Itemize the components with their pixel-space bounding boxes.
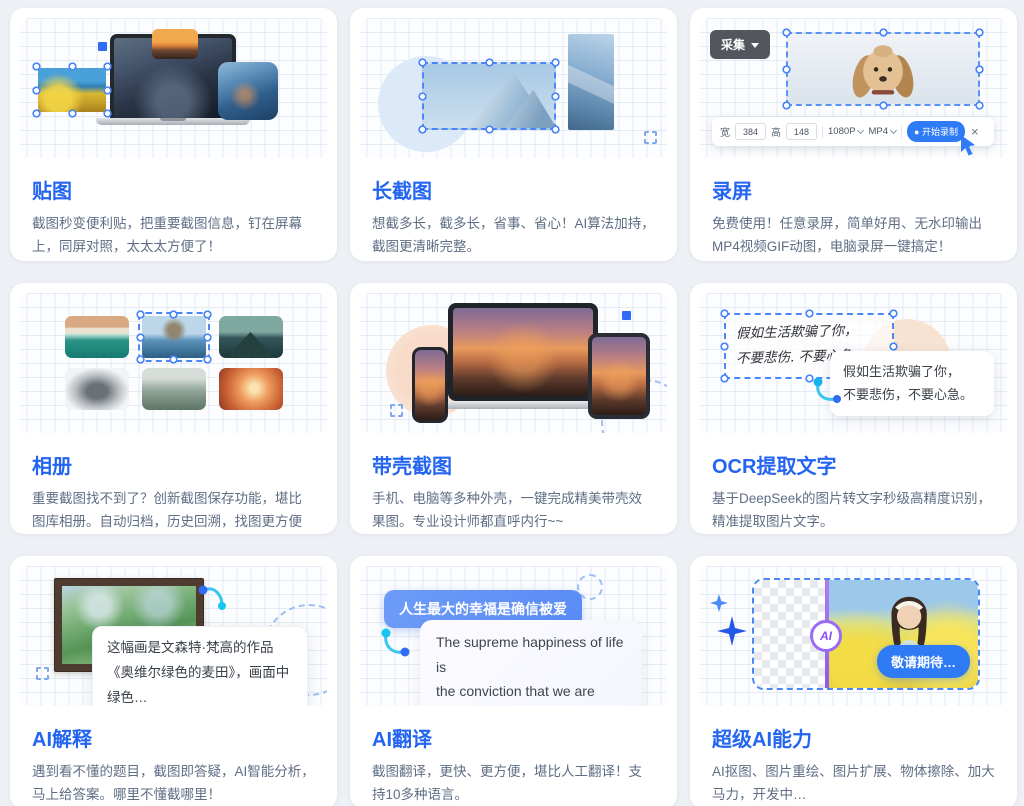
width-input[interactable] — [735, 123, 766, 140]
feature-title-pin[interactable]: 贴图 — [32, 175, 315, 204]
ai-badge: AI — [810, 620, 842, 652]
connector-icon — [196, 582, 230, 614]
photo-thumbnail-sunset — [219, 368, 283, 410]
record-selection — [786, 32, 980, 106]
decor-dashed-square — [36, 667, 49, 680]
translate-result-line: the conviction that we are loved — [436, 679, 626, 706]
feature-title-screen-record[interactable]: 录屏 — [712, 175, 995, 204]
feature-desc-super-ai: AI抠图、图片重绘、图片扩展、物体擦除、加大马力，开发中… — [712, 760, 995, 806]
coming-soon-pill: 敬请期待… — [877, 645, 970, 678]
resolution-dropdown[interactable]: 1080P — [828, 126, 863, 137]
decor-blue-square — [622, 311, 631, 320]
cursor-icon — [960, 135, 980, 157]
translate-result-line: The supreme happiness of life is — [436, 630, 626, 679]
ai-matting-preview: AI 敬请期待… — [752, 578, 980, 690]
feature-title-ai-explain[interactable]: AI解释 — [32, 723, 315, 752]
dropdown-arrow-icon — [751, 43, 759, 52]
feature-card-ai-translate: 人生最大的幸福是确信被爱 The supreme happiness of li… — [350, 556, 677, 806]
laptop-mockup — [448, 303, 598, 401]
feature-desc-pin: 截图秒变便利贴，把重要截图信息，钉在屏幕上，同屏对照，太太太方便了！ — [32, 212, 315, 258]
feature-card-device-frame: 带壳截图 手机、电脑等多种外壳，一键完成精美带壳效果图。专业设计师都直呼内行~~ — [350, 283, 677, 534]
ocr-result-line: 假如生活欺骗了你， — [843, 360, 981, 383]
ai-explain-tooltip: 这幅画是文森特·梵高的作品《奥维尔绿色的麦田》，画面中绿色… — [92, 626, 308, 706]
capture-button[interactable]: 采集 — [710, 30, 770, 59]
feature-card-super-ai: AI 敬请期待… 超级AI能力 AI抠图、图片重绘、图片扩展、物体擦除、加大马力… — [690, 556, 1017, 806]
height-label: 高 — [771, 124, 781, 139]
feature-title-long-screenshot[interactable]: 长截图 — [372, 175, 655, 204]
feature-card-album: 相册 重要截图找不到了？创新截图保存功能，堪比图库相册。自动归档，历史回溯，找图… — [10, 283, 337, 534]
ocr-result-tooltip: 假如生活欺骗了你， 不要悲伤，不要心急。 — [830, 351, 994, 416]
decor-dashed-square — [390, 404, 403, 417]
long-screenshot-strip — [568, 34, 614, 130]
feature-card-pin: 贴图 截图秒变便利贴，把重要截图信息，钉在屏幕上，同屏对照，太太太方便了！ — [10, 8, 337, 261]
ai-explain-illustration: 这幅画是文森特·梵高的作品《奥维尔绿色的麦田》，画面中绿色… — [20, 566, 327, 706]
height-input[interactable] — [786, 123, 817, 140]
pin-illustration — [20, 18, 327, 158]
format-dropdown[interactable]: MP4 — [868, 126, 896, 137]
feature-card-long-screenshot: 长截图 想截多长，截多长，省事、省心！AI算法加持，截图更清晰完整。 — [350, 8, 677, 261]
selection-handles — [136, 310, 212, 364]
photo-thumbnail-mountains — [219, 316, 283, 358]
feature-title-device-frame[interactable]: 带壳截图 — [372, 450, 655, 479]
ocr-result-line: 不要悲伤，不要心急。 — [843, 383, 981, 406]
super-ai-illustration: AI 敬请期待… — [700, 566, 1007, 706]
sparkle-icon — [708, 592, 750, 652]
connector-icon — [378, 626, 412, 660]
decor-dashed-square — [644, 131, 657, 144]
feature-title-album[interactable]: 相册 — [32, 450, 315, 479]
feature-card-screen-record: 采集 宽 高 — [690, 8, 1017, 261]
feature-title-ocr[interactable]: OCR提取文字 — [712, 450, 995, 479]
dog-photo — [837, 40, 929, 104]
photo-thumbnail-ink-art — [65, 368, 129, 410]
feature-title-super-ai[interactable]: 超级AI能力 — [712, 723, 995, 752]
feature-title-ai-translate[interactable]: AI翻译 — [372, 723, 655, 752]
photo-thumbnail-tree-selected — [142, 316, 206, 358]
record-toolbar: 宽 高 1080P MP4 ● 开始录制 × — [712, 117, 994, 146]
translate-result-card: The supreme happiness of life is the con… — [420, 620, 642, 706]
screenshot-selection — [422, 62, 556, 130]
feature-desc-screen-record: 免费使用！任意录屏，简单好用、无水印输出MP4视频GIF动图，电脑录屏一键搞定！ — [712, 212, 995, 258]
photo-thumbnail-beach — [65, 316, 129, 358]
feature-desc-device-frame: 手机、电脑等多种外壳，一键完成精美带壳效果图。专业设计师都直呼内行~~ — [372, 487, 655, 533]
pinned-image-flowers — [38, 68, 106, 112]
laptop-base — [432, 401, 614, 409]
album-illustration — [20, 293, 327, 433]
photo-thumbnail-forest — [142, 368, 206, 410]
feature-card-ocr: 假如生活欺骗了你， 不要悲伤. 不要心急 假如生活欺骗了你， 不要悲伤，不要心急… — [690, 283, 1017, 534]
feature-desc-album: 重要截图找不到了？创新截图保存功能，堪比图库相册。自动归档，历史回溯，找图更方便… — [32, 487, 315, 534]
ai-translate-illustration: 人生最大的幸福是确信被爱 The supreme happiness of li… — [360, 566, 667, 706]
ocr-illustration: 假如生活欺骗了你， 不要悲伤. 不要心急 假如生活欺骗了你， 不要悲伤，不要心急… — [700, 293, 1007, 433]
selection-handles — [32, 62, 112, 118]
divider — [901, 126, 902, 138]
chevron-down-icon — [857, 126, 864, 133]
chevron-down-icon — [890, 126, 897, 133]
decor-blue-square — [98, 42, 107, 51]
long-screenshot-illustration — [360, 18, 667, 158]
feature-card-ai-explain: 这幅画是文森特·梵高的作品《奥维尔绿色的麦田》，画面中绿色… AI解释 遇到看不… — [10, 556, 337, 806]
phone-mockup — [412, 347, 448, 423]
tablet-mockup — [588, 333, 650, 419]
screen-record-illustration: 采集 宽 高 — [700, 18, 1007, 158]
feature-desc-ocr: 基于DeepSeek的图片转文字秒级高精度识别，精准提取图片文字。 — [712, 487, 995, 533]
feature-desc-ai-translate: 截图翻译，更快、更方便，堪比人工翻译！支持10多种语言。 — [372, 760, 655, 806]
divider — [822, 126, 823, 138]
start-record-button[interactable]: ● 开始录制 — [907, 121, 965, 142]
photo-grid — [20, 293, 327, 433]
device-frame-illustration — [360, 293, 667, 433]
width-label: 宽 — [720, 124, 730, 139]
feature-desc-long-screenshot: 想截多长，截多长，省事、省心！AI算法加持，截图更清晰完整。 — [372, 212, 655, 258]
connector-icon — [812, 377, 844, 407]
pinned-image-lake — [218, 62, 278, 120]
feature-grid: 贴图 截图秒变便利贴，把重要截图信息，钉在屏幕上，同屏对照，太太太方便了！ 长截… — [0, 0, 1024, 806]
pinned-image-sunset — [152, 29, 198, 59]
feature-desc-ai-explain: 遇到看不懂的题目，截图即答疑，AI智能分析，马上给答案。哪里不懂截哪里！ — [32, 760, 315, 806]
